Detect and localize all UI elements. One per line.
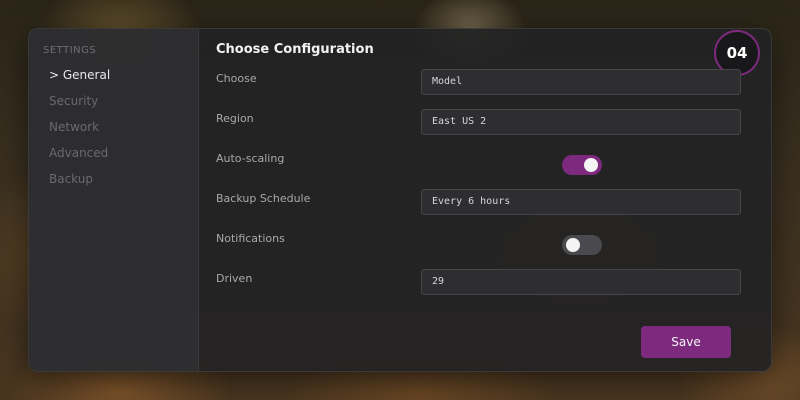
- sidebar-item-backup[interactable]: Backup: [29, 166, 198, 192]
- page-title: Choose Configuration: [216, 42, 374, 57]
- autoscaling-row: Auto-scaling: [216, 152, 741, 178]
- sidebar-item-security[interactable]: Security: [29, 88, 198, 114]
- notifications-row: Notifications: [216, 232, 741, 258]
- driven-row: Driven 29: [216, 269, 741, 298]
- toggle-knob: [566, 238, 580, 252]
- sidebar-item-network[interactable]: Network: [29, 114, 198, 140]
- driven-label: Driven: [216, 272, 253, 285]
- driven-input[interactable]: 29: [421, 269, 741, 295]
- notifications-toggle[interactable]: [562, 235, 602, 255]
- sidebar-item-advanced[interactable]: Advanced: [29, 140, 198, 166]
- region-label: Region: [216, 112, 254, 125]
- choose-row: Choose Model: [216, 69, 741, 98]
- autoscaling-toggle[interactable]: [562, 155, 602, 175]
- backup-schedule-label: Backup Schedule: [216, 192, 311, 205]
- region-input[interactable]: East US 2: [421, 109, 741, 135]
- main-content: Choose Configuration 04 Choose Model Reg…: [199, 29, 771, 371]
- settings-panel: SETTINGS > General Security Network Adva…: [28, 28, 772, 372]
- autoscaling-label: Auto-scaling: [216, 152, 285, 165]
- notifications-label: Notifications: [216, 232, 285, 245]
- region-row: Region East US 2: [216, 109, 741, 138]
- backup-schedule-row: Backup Schedule Every 6 hours: [216, 189, 741, 218]
- backup-schedule-input[interactable]: Every 6 hours: [421, 189, 741, 215]
- toggle-knob: [584, 158, 598, 172]
- sidebar: SETTINGS > General Security Network Adva…: [29, 29, 199, 371]
- sidebar-heading: SETTINGS: [43, 45, 97, 56]
- choose-label: Choose: [216, 72, 257, 85]
- save-button[interactable]: Save: [641, 326, 731, 358]
- choose-input[interactable]: Model: [421, 69, 741, 95]
- sidebar-item-general[interactable]: > General: [29, 62, 198, 88]
